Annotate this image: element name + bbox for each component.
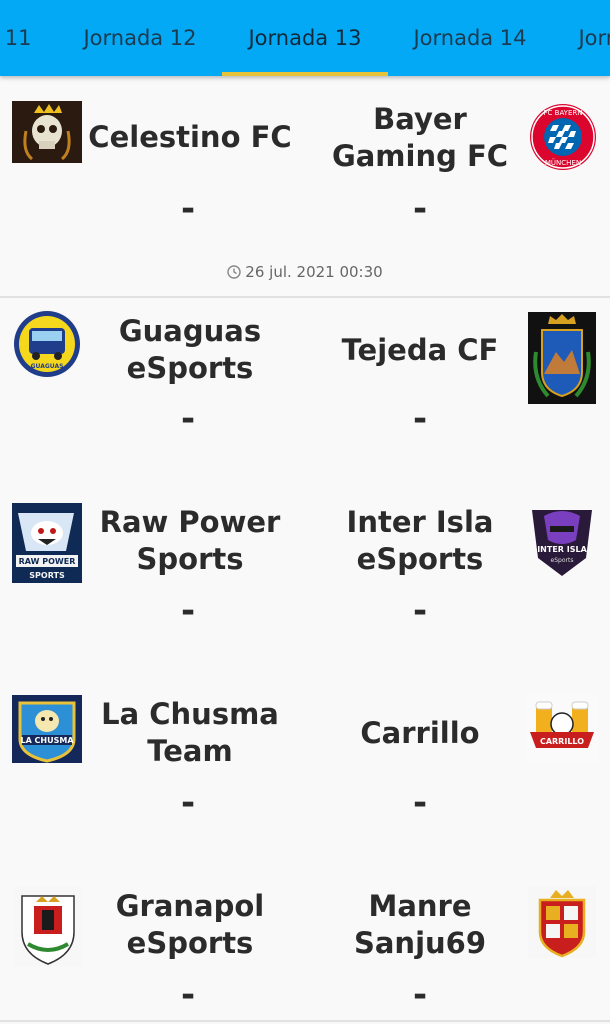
away-score: - — [412, 189, 428, 229]
away-score: - — [412, 399, 428, 439]
round-tabs: Jornada 11 Jornada 12 Jornada 13 Jornada… — [0, 0, 610, 76]
tab-jornada-12[interactable]: Jornada 12 — [57, 0, 223, 76]
match-card[interactable]: LA CHUSMA La Chusma Team Carrillo CARRIL… — [0, 682, 610, 876]
la-chusma-logo-icon: LA CHUSMA — [12, 695, 82, 763]
home-team-name: Guaguas eSports — [118, 314, 262, 385]
home-team-name: Celestino FC — [88, 120, 292, 154]
fc-bayern-logo-icon: FC BAYERN MÜNCHEN — [528, 102, 598, 172]
away-team-name: Tejeda CF — [341, 333, 499, 367]
match-card[interactable]: Granapol eSports Manre Sanju69 - - — [0, 874, 610, 1022]
svg-text:LA CHUSMA: LA CHUSMA — [20, 736, 74, 745]
granapol-crest-logo-icon — [14, 886, 82, 966]
match-card[interactable]: Celestino FC Bayer Gaming FC FC BAYERN M… — [0, 76, 610, 298]
away-team-name: Carrillo — [360, 716, 480, 750]
home-score: - — [180, 975, 196, 1015]
home-team-name: Raw Power Sports — [99, 505, 281, 576]
tab-jornada-14[interactable]: Jornada 14 — [387, 0, 553, 76]
clock-icon — [227, 265, 241, 283]
away-team-name: Bayer Gaming FC — [331, 102, 509, 173]
match-card[interactable]: RAW POWER SPORTS Raw Power Sports Inter … — [0, 490, 610, 684]
guaguas-bus-logo-icon: GUAGUAS — [12, 310, 82, 378]
tab-jornada-15[interactable]: Jornada 15 — [552, 0, 610, 76]
match-datetime: 26 jul. 2021 00:30 — [0, 263, 610, 283]
skull-king-logo-icon — [12, 101, 82, 163]
svg-text:GUAGUAS: GUAGUAS — [31, 363, 64, 370]
home-score: - — [180, 591, 196, 631]
svg-text:eSports: eSports — [551, 557, 574, 564]
home-team-name: Granapol eSports — [115, 889, 265, 960]
match-datetime-text: 26 jul. 2021 00:30 — [245, 263, 383, 281]
svg-text:RAW POWER: RAW POWER — [19, 557, 76, 566]
away-score: - — [412, 783, 428, 823]
raw-power-logo-icon: RAW POWER SPORTS — [12, 503, 82, 583]
match-card[interactable]: GUAGUAS Guaguas eSports Tejeda CF - - — [0, 298, 610, 492]
svg-text:SPORTS: SPORTS — [29, 571, 65, 580]
away-score: - — [412, 591, 428, 631]
inter-isla-logo-icon: INTER ISLA eSports — [526, 502, 598, 580]
svg-text:INTER ISLA: INTER ISLA — [537, 545, 587, 554]
tab-jornada-13[interactable]: Jornada 13 — [222, 0, 388, 76]
home-team-name: La Chusma Team — [101, 697, 279, 768]
tejeda-crest-logo-icon — [528, 312, 596, 404]
away-score: - — [412, 975, 428, 1015]
svg-text:FC BAYERN: FC BAYERN — [544, 109, 583, 117]
away-team-name: Inter Isla eSports — [346, 505, 494, 576]
svg-text:CARRILLO: CARRILLO — [540, 737, 584, 746]
away-team-name: Manre Sanju69 — [353, 889, 487, 960]
tab-jornada-11[interactable]: Jornada 11 — [0, 0, 58, 76]
spain-crest-logo-icon — [528, 886, 596, 958]
home-score: - — [180, 783, 196, 823]
home-score: - — [180, 399, 196, 439]
home-score: - — [180, 189, 196, 229]
carrillo-logo-icon: CARRILLO — [526, 694, 598, 764]
active-tab-indicator — [222, 72, 388, 76]
svg-text:MÜNCHEN: MÜNCHEN — [545, 158, 581, 167]
